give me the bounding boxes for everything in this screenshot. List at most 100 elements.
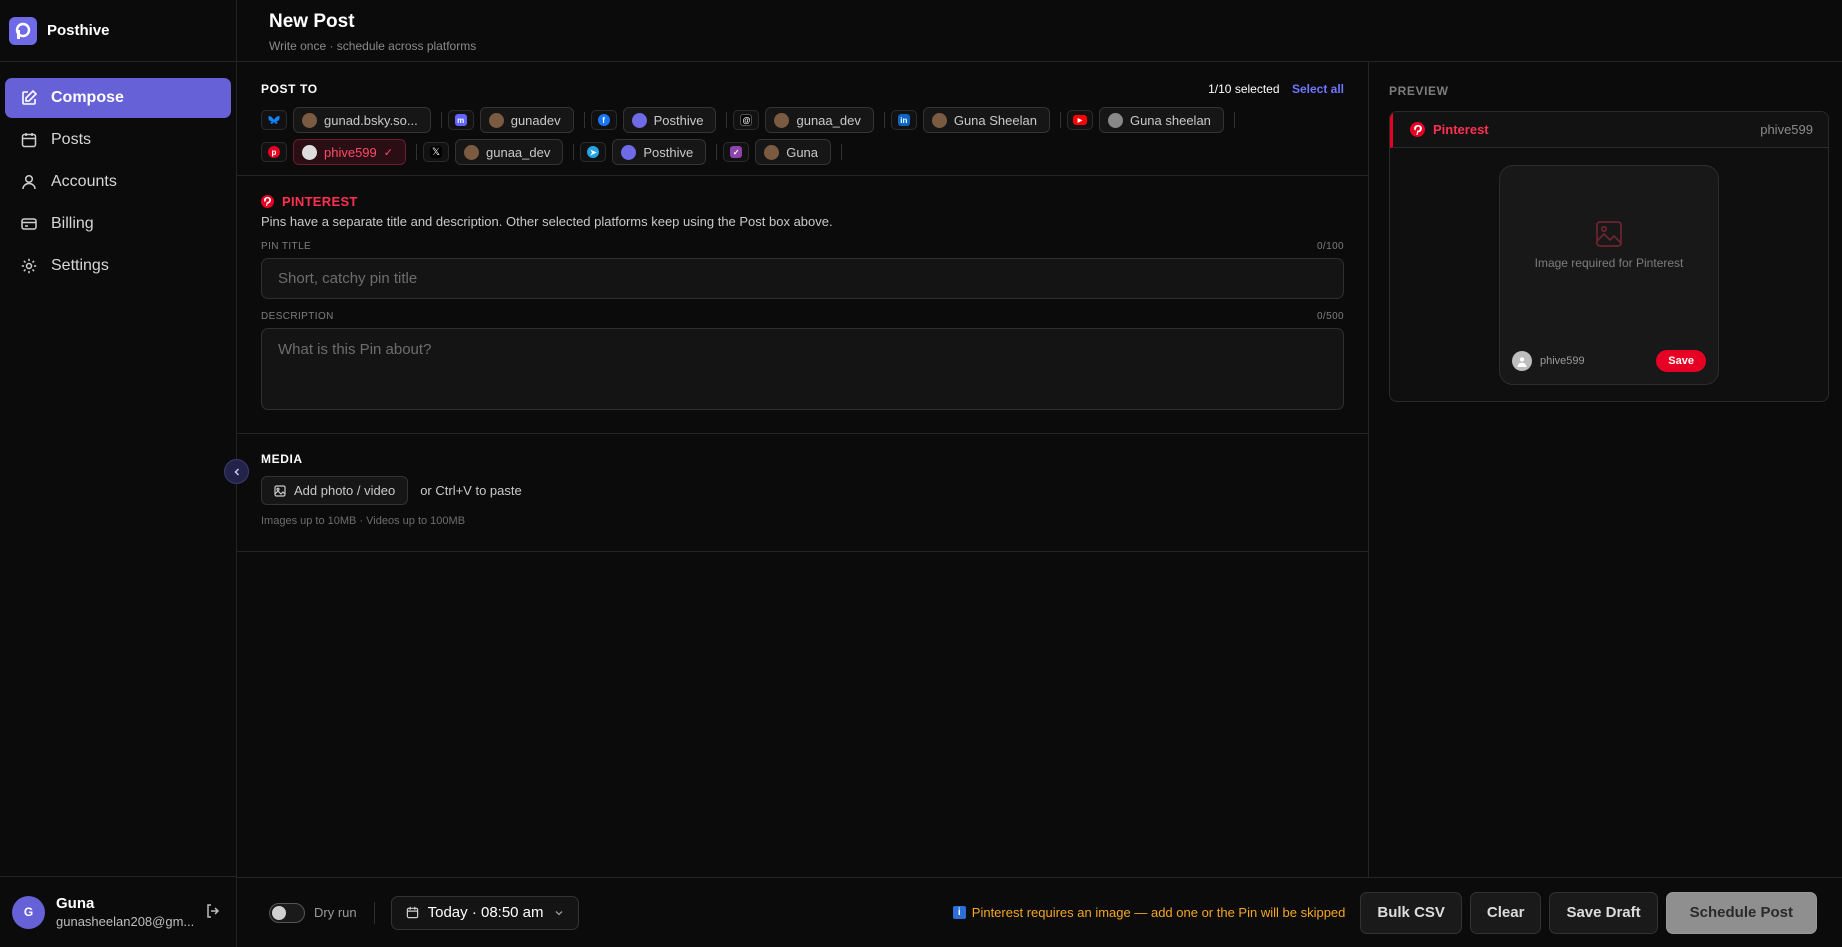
other-platform-icon: ✓ [723,142,750,162]
divider [1059,112,1061,128]
account-chip-linkedin[interactable]: Guna Sheelan [922,107,1050,133]
sidebar-item-label: Accounts [51,173,117,190]
facebook-icon: f [590,110,617,130]
chevron-down-icon [554,908,564,918]
avatar [1512,351,1532,371]
account-chip-youtube[interactable]: Guna sheelan [1098,107,1224,133]
gear-icon [18,255,40,277]
card-icon [18,213,40,235]
warning-text: Pinterest requires an image — add one or… [971,905,1346,920]
x-icon: 𝕏 [423,142,449,162]
pin-username: phive599 [1540,355,1585,367]
collapse-sidebar-button[interactable] [224,459,249,484]
sidebar-item-posts[interactable]: Posts [5,120,231,160]
schedule-post-button[interactable]: Schedule Post [1665,891,1817,934]
mastodon-icon: m [447,110,474,130]
account-chip-pinterest[interactable]: phive599 ✓ [293,139,406,165]
user-email: gunasheelan208@gm... [56,914,195,929]
avatar [621,144,637,160]
divider [841,144,843,160]
pinterest-heading: PINTEREST [282,194,358,209]
dry-run-toggle[interactable] [269,902,305,923]
compose-icon [18,87,40,109]
calendar-icon [406,906,419,919]
divider [573,144,575,160]
pinterest-icon: p [261,142,287,162]
account-chip-facebook[interactable]: Posthive [622,107,717,133]
brand[interactable]: Posthive [0,0,236,62]
bulk-csv-button[interactable]: Bulk CSV [1360,891,1462,934]
logout-icon[interactable] [205,903,221,924]
divider [440,112,442,128]
media-label: MEDIA [261,452,303,466]
account-chip-x[interactable]: gunaa_dev [455,139,564,165]
calendar-icon [18,129,40,151]
page-title: New Post [269,11,355,32]
divider [373,901,375,924]
preview-panel: PREVIEW Pinterest phive599 Image require… [1369,62,1842,877]
pin-preview: Image required for Pinterest phive599 Sa… [1499,165,1719,385]
threads-icon: @ [733,110,760,130]
sidebar-item-label: Settings [51,257,109,274]
account-chip-threads[interactable]: gunaa_dev [765,107,874,133]
account-name: Posthive [643,144,694,160]
preview-platform-name: Pinterest [1433,122,1489,137]
pinterest-description: Pins have a separate title and descripti… [261,214,833,229]
add-media-button[interactable]: Add photo / video [261,476,409,505]
image-missing-icon [1596,221,1622,247]
avatar [1107,112,1123,128]
sidebar-item-settings[interactable]: Settings [5,246,231,286]
avatar [631,112,647,128]
user-name: Guna [56,895,95,912]
account-chip-telegram[interactable]: Posthive [612,139,707,165]
check-icon: ✓ [383,146,393,159]
action-bar: Dry run Today · 08:50 am i Pinterest req… [237,877,1842,947]
app-root: Posthive Compose Posts Accounts Billing … [0,0,1842,947]
avatar: G [12,895,45,929]
account-chip-mastodon[interactable]: gunadev [479,107,574,133]
description-count: 0/500 [1316,311,1344,322]
sidebar-item-billing[interactable]: Billing [5,204,231,244]
avatar [302,144,317,160]
divider [726,112,728,128]
paste-hint: or Ctrl+V to paste [420,483,522,498]
account-name: gunad.bsky.so... [324,112,418,128]
image-icon [274,484,286,497]
preview-label: PREVIEW [1389,84,1449,98]
preview-account: phive599 [1760,122,1813,137]
save-draft-button[interactable]: Save Draft [1549,891,1658,934]
divider [883,112,885,128]
pin-description-input[interactable] [261,328,1344,410]
page-header: New Post Write once · schedule across pl… [237,0,1842,62]
sidebar-item-label: Billing [51,215,94,232]
image-required-text: Image required for Pinterest [1534,256,1684,270]
info-icon: i [952,906,966,919]
select-all-link[interactable]: Select all [1292,82,1344,96]
account-name: Guna [786,144,819,160]
account-name: phive599 [324,144,377,160]
toggle-knob [272,905,286,920]
sidebar-item-accounts[interactable]: Accounts [5,162,231,202]
pinterest-section: PINTEREST Pins have a separate title and… [237,176,1368,434]
account-name: Guna sheelan [1129,112,1211,128]
compose-main: POST TO 1/10 selected Select all gunad.b… [224,62,1369,877]
user-icon [18,171,40,193]
pin-save-button[interactable]: Save [1656,350,1706,372]
account-name: gunaa_dev [486,144,551,160]
dry-run-label: Dry run [314,905,357,920]
divider [1233,112,1235,128]
sidebar: Posthive Compose Posts Accounts Billing … [0,0,237,947]
avatar [774,112,790,128]
sidebar-item-compose[interactable]: Compose [5,78,231,118]
schedule-time-picker[interactable]: Today · 08:50 am [390,895,579,930]
pin-title-input[interactable] [261,258,1344,299]
divider [583,112,585,128]
account-chip-other[interactable]: Guna [755,139,832,165]
clear-button[interactable]: Clear [1469,891,1542,934]
user-profile[interactable]: G Guna gunasheelan208@gm... [0,876,237,947]
description-label: DESCRIPTION [261,311,334,322]
account-chip-bluesky[interactable]: gunad.bsky.so... [293,107,431,133]
media-limits: Images up to 10MB · Videos up to 100MB [261,515,466,527]
account-chip-row: p phive599 ✓ 𝕏 gunaa_dev ➤ Posthive ✓ Gun… [261,139,1344,165]
selected-count: 1/10 selected [1208,82,1280,96]
